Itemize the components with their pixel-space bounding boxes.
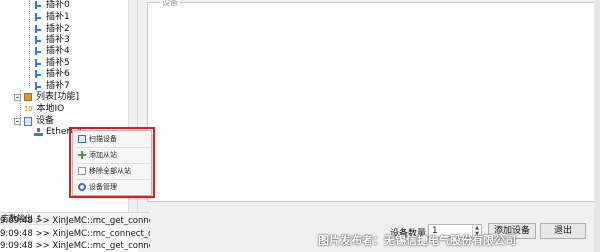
- axis-icon: [34, 69, 42, 79]
- device-config-area: 设备: [138, 0, 600, 252]
- device-icon: [24, 116, 32, 126]
- highlight-annotation: [69, 127, 155, 198]
- tree-item-label: 本地IO: [36, 104, 65, 114]
- main-scrollbar[interactable]: [594, 0, 600, 252]
- watermark: 图片发布者：无锡信捷电气股份有限公司: [318, 234, 516, 247]
- axis-icon: [34, 24, 42, 34]
- log-line: 9:09:48 >> XinJeMC::mc_connect_ope: [0, 229, 150, 239]
- tree-item-label: 插补6: [46, 69, 70, 79]
- axis-icon: [34, 0, 42, 10]
- tree-item-sub-6[interactable]: 插补6: [34, 68, 70, 80]
- tree-item-label: 插补4: [46, 46, 70, 56]
- tree-item-sub-1[interactable]: 插补1: [34, 11, 70, 23]
- tree-item-label: 列表[功能]: [36, 92, 80, 102]
- network-icon: [34, 127, 43, 137]
- axis-icon: [34, 58, 42, 68]
- log-line: 9:09:48 >> XinJeMC::mc_get_connect_: [0, 241, 150, 251]
- tree-guide-line: [29, 0, 30, 88]
- tree-item-label: 插补0: [46, 0, 70, 10]
- device-group-box: 设备: [147, 0, 595, 202]
- tree-item-sub-0[interactable]: 插补0: [34, 0, 70, 11]
- axis-icon: [34, 12, 42, 22]
- log-line: 9:09:48 >> XinJeMC::mc_get_connect_: [0, 216, 150, 226]
- group-title: 设备: [160, 0, 180, 8]
- tree-item-local-io[interactable]: IO 本地IO: [24, 103, 64, 115]
- tree-item-sub-4[interactable]: 插补4: [34, 45, 70, 57]
- list-icon: [24, 93, 32, 101]
- expand-icon[interactable]: [14, 117, 21, 125]
- axis-icon: [34, 46, 42, 56]
- axis-icon: [34, 35, 42, 45]
- tree-item-label: 插补1: [46, 12, 70, 22]
- axis-icon: [34, 81, 42, 91]
- expand-icon[interactable]: [14, 93, 21, 101]
- io-icon: IO: [24, 105, 33, 113]
- tree-item-list[interactable]: 列表[功能]: [14, 91, 79, 103]
